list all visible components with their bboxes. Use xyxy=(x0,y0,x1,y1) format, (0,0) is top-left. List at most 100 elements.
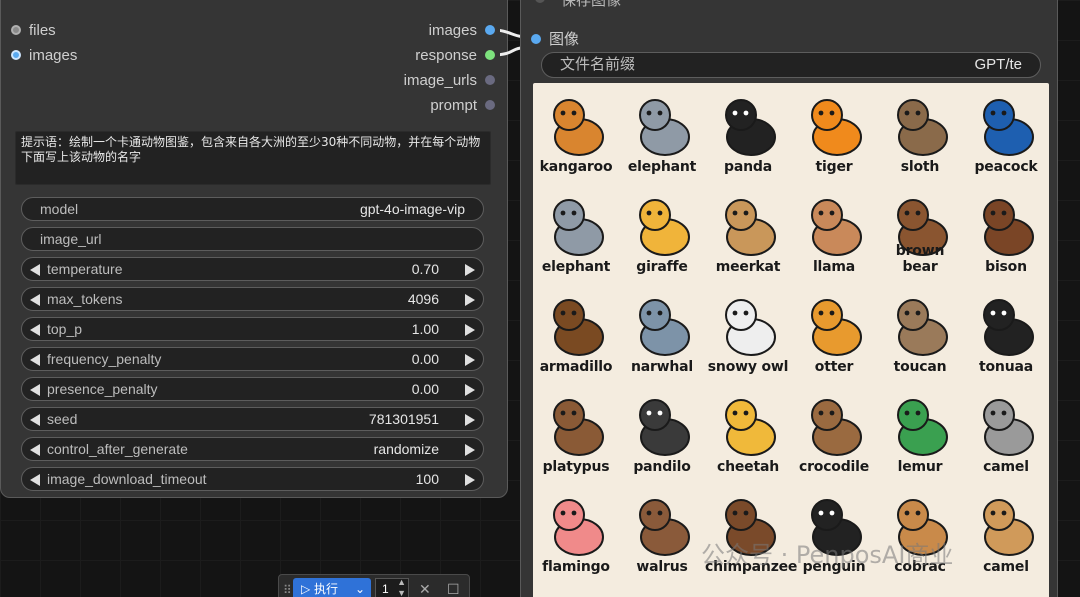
slot-dot-icon[interactable] xyxy=(11,50,21,61)
node-title: 保存图像 xyxy=(561,0,622,9)
output-slot-image-urls[interactable]: image_urls xyxy=(404,71,495,91)
increment-arrow-icon[interactable] xyxy=(465,474,475,486)
save-image-node[interactable]: 保存图像 图像 文件名前缀 GPT/te kangaroo elephant pan… xyxy=(520,0,1058,597)
widget-label: image_url xyxy=(40,231,102,247)
animal-cell: armadillo xyxy=(533,283,619,383)
control-after-generate-combo[interactable]: control_after_generate randomize xyxy=(21,437,484,461)
drag-handle-icon[interactable]: ⠿ xyxy=(283,583,292,597)
temperature-stepper[interactable]: temperature 0.70 xyxy=(21,257,484,281)
increment-arrow-icon[interactable] xyxy=(465,354,475,366)
slot-dot-icon[interactable] xyxy=(485,50,495,61)
output-slot-response[interactable]: response xyxy=(415,46,495,66)
spinner-arrows-icon[interactable]: ▲ ▼ xyxy=(397,577,406,597)
animal-art-icon xyxy=(897,399,948,456)
output-slot-prompt[interactable]: prompt xyxy=(430,96,495,116)
slot-label: images xyxy=(29,47,78,64)
widget-value: 100 xyxy=(415,471,439,487)
frequency-penalty-stepper[interactable]: frequency_penalty 0.00 xyxy=(21,347,484,371)
animal-name-label: pandilo xyxy=(633,459,691,475)
animal-cell: llama xyxy=(791,183,877,283)
widget-value: 0.70 xyxy=(411,261,439,277)
increment-arrow-icon[interactable] xyxy=(465,414,475,426)
animal-art-icon xyxy=(639,299,690,356)
animal-art-icon xyxy=(725,99,776,156)
animal-cell: toucan xyxy=(877,283,963,383)
animal-name-label: elephant xyxy=(541,259,611,275)
seed-stepper[interactable]: seed 781301951 xyxy=(21,407,484,431)
widget-label: model xyxy=(40,201,79,217)
animal-art-icon xyxy=(811,199,862,256)
next-arrow-icon[interactable] xyxy=(465,444,475,456)
animal-name-label: tiger xyxy=(815,159,853,175)
input-slot-files[interactable]: files xyxy=(11,21,56,41)
model-combo[interactable]: model gpt-4o-image-vip xyxy=(21,197,484,221)
slot-dot-icon[interactable] xyxy=(485,25,495,36)
slot-dot-icon[interactable] xyxy=(11,25,21,36)
animal-cell: bison xyxy=(963,183,1049,283)
animal-name-label: giraffe xyxy=(636,259,688,275)
run-button[interactable]: ▷ 执行 ⌄ xyxy=(293,578,371,597)
close-icon[interactable]: ✕ xyxy=(419,578,431,597)
max-tokens-stepper[interactable]: max_tokens 4096 xyxy=(21,287,484,311)
animal-name-label: crocodile xyxy=(798,459,870,475)
decrement-arrow-icon[interactable] xyxy=(30,354,40,366)
increment-arrow-icon[interactable] xyxy=(465,264,475,276)
slot-dot-icon[interactable] xyxy=(531,34,541,45)
widget-value: GPT/te xyxy=(974,56,1022,73)
animal-cell: otter xyxy=(791,283,877,383)
decrement-arrow-icon[interactable] xyxy=(30,474,40,486)
animal-cell: sloth xyxy=(877,83,963,183)
animal-cell: flamingo xyxy=(533,483,619,583)
decrement-arrow-icon[interactable] xyxy=(30,384,40,396)
llm-image-node[interactable]: files images images response image_urls … xyxy=(0,0,508,498)
input-slot-image[interactable]: 图像 xyxy=(531,28,579,49)
widget-label: temperature xyxy=(47,261,123,277)
animal-name-label: walrus xyxy=(636,559,688,575)
animal-cell: brown bear xyxy=(877,183,963,283)
collapse-dot-icon[interactable] xyxy=(535,0,545,3)
image-preview[interactable]: kangaroo elephant panda tiger sloth peacock el… xyxy=(533,83,1049,597)
increment-arrow-icon[interactable] xyxy=(465,384,475,396)
animal-cell: lemur xyxy=(877,383,963,483)
animal-name-label: elephant xyxy=(627,159,697,175)
decrement-arrow-icon[interactable] xyxy=(30,414,40,426)
image-url-field[interactable]: image_url xyxy=(21,227,484,251)
slot-dot-icon[interactable] xyxy=(485,75,495,86)
decrement-arrow-icon[interactable] xyxy=(30,294,40,306)
batch-count-input[interactable]: 1 ▲ ▼ xyxy=(375,577,409,597)
widget-label: max_tokens xyxy=(47,291,123,307)
prompt-textarea[interactable]: 提示语：绘制一个卡通动物图鉴，包含来自各大洲的至少30种不同动物，并在每个动物下… xyxy=(15,131,491,185)
animal-name-label: flamingo xyxy=(542,559,610,575)
image-download-timeout-stepper[interactable]: image_download_timeout 100 xyxy=(21,467,484,491)
decrement-arrow-icon[interactable] xyxy=(30,324,40,336)
animal-art-icon xyxy=(983,499,1034,556)
animal-cell: walrus xyxy=(619,483,705,583)
slot-dot-icon[interactable] xyxy=(485,100,495,111)
previous-arrow-icon[interactable] xyxy=(30,444,40,456)
output-slot-images[interactable]: images xyxy=(429,21,495,41)
animal-cell: snowy owl xyxy=(705,283,791,383)
slot-label: response xyxy=(415,47,477,64)
top-p-stepper[interactable]: top_p 1.00 xyxy=(21,317,484,341)
decrement-arrow-icon[interactable] xyxy=(30,264,40,276)
animal-name-label: camel xyxy=(983,559,1029,575)
animal-art-icon xyxy=(897,99,948,156)
animal-art-icon xyxy=(983,299,1034,356)
run-button-label: ▷ 执行 xyxy=(301,582,339,596)
widget-label: control_after_generate xyxy=(47,441,188,457)
presence-penalty-stepper[interactable]: presence_penalty 0.00 xyxy=(21,377,484,401)
widget-label: 文件名前缀 xyxy=(560,56,636,73)
stop-icon[interactable]: ☐ xyxy=(447,578,460,597)
increment-arrow-icon[interactable] xyxy=(465,324,475,336)
animal-art-icon xyxy=(811,299,862,356)
chevron-down-icon[interactable]: ⌄ xyxy=(355,578,365,597)
animal-name-label: platypus xyxy=(542,459,610,475)
widget-value: gpt-4o-image-vip xyxy=(359,201,465,217)
queue-toolbar: ⠿ ▷ 执行 ⌄ 1 ▲ ▼ ✕ ☐ xyxy=(278,574,470,597)
filename-prefix-field[interactable]: 文件名前缀 GPT/te xyxy=(541,52,1041,78)
animal-name-label: tonuaa xyxy=(979,359,1033,375)
increment-arrow-icon[interactable] xyxy=(465,294,475,306)
slot-label: 图像 xyxy=(549,31,580,48)
input-slot-images[interactable]: images xyxy=(11,46,77,66)
animal-name-label: llama xyxy=(812,259,856,275)
